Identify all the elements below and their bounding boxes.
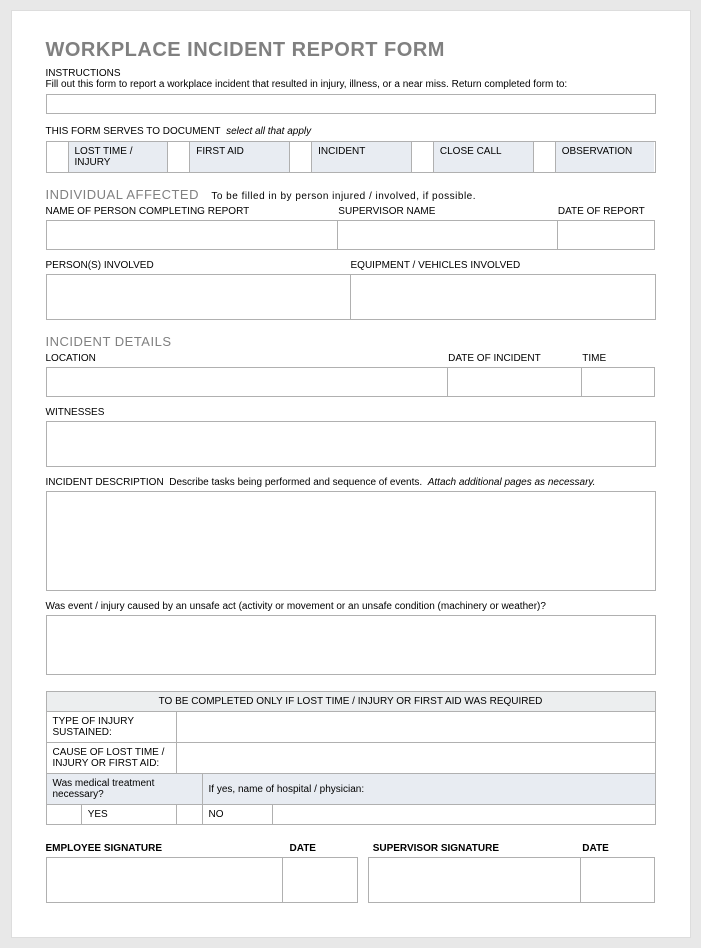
- individual-heading: INDIVIDUAL AFFECTED: [46, 187, 199, 202]
- date-report-label: DATE OF REPORT: [558, 204, 656, 220]
- checkbox-yes[interactable]: [46, 805, 81, 825]
- no-label: NO: [202, 805, 272, 825]
- section-details: INCIDENT DETAILS: [46, 334, 656, 349]
- hospital-input[interactable]: [272, 805, 655, 825]
- individual-sub: To be filled in by person injured / invo…: [211, 191, 476, 202]
- witnesses-label: WITNESSES: [46, 405, 656, 421]
- cause-question: Was event / injury caused by an unsafe a…: [46, 599, 656, 615]
- return-to-input[interactable]: [46, 94, 656, 114]
- instructions-heading: INSTRUCTIONS: [46, 68, 656, 79]
- signature-inputs: [46, 857, 656, 903]
- checkbox-observation[interactable]: [534, 142, 556, 172]
- incident-report-form: WORKPLACE INCIDENT REPORT FORM INSTRUCTI…: [11, 10, 691, 938]
- opt-incident: INCIDENT: [312, 142, 412, 172]
- emp-date-label: DATE: [290, 841, 363, 857]
- name-input[interactable]: [46, 220, 339, 250]
- sup-sig-input[interactable]: [368, 857, 581, 903]
- location-input[interactable]: [46, 367, 449, 397]
- emp-sig-label: EMPLOYEE SIGNATURE: [46, 841, 290, 857]
- description-input[interactable]: [46, 491, 656, 591]
- description-row: INCIDENT DESCRIPTION Describe tasks bein…: [46, 475, 656, 491]
- form-title: WORKPLACE INCIDENT REPORT FORM: [46, 39, 656, 62]
- opt-first-aid: FIRST AID: [190, 142, 290, 172]
- yes-label: YES: [81, 805, 176, 825]
- sup-sig-label: SUPERVISOR SIGNATURE: [363, 841, 583, 857]
- section-individual: INDIVIDUAL AFFECTED To be filled in by p…: [46, 187, 656, 202]
- medical-hint: If yes, name of hospital / physician:: [202, 774, 655, 805]
- individual-row1-inputs: [46, 220, 656, 250]
- details-row1-labels: LOCATION DATE OF INCIDENT TIME: [46, 351, 656, 367]
- opt-close-call: CLOSE CALL: [434, 142, 534, 172]
- cause-input[interactable]: [46, 615, 656, 675]
- location-label: LOCATION: [46, 351, 449, 367]
- details-row1-inputs: [46, 367, 656, 397]
- supervisor-label: SUPERVISOR NAME: [338, 204, 558, 220]
- checkbox-first-aid[interactable]: [168, 142, 190, 172]
- checkbox-no[interactable]: [176, 805, 202, 825]
- emp-date-input[interactable]: [283, 857, 358, 903]
- instructions-text: Fill out this form to report a workplace…: [46, 79, 656, 90]
- checkbox-lost-time[interactable]: [47, 142, 69, 172]
- incident-date-label: DATE OF INCIDENT: [448, 351, 582, 367]
- injury-type-label: TYPE OF INJURY SUSTAINED:: [46, 712, 176, 743]
- individual-row2-labels: PERSON(S) INVOLVED EQUIPMENT / VEHICLES …: [46, 258, 656, 274]
- incident-date-input[interactable]: [448, 367, 582, 397]
- opt-observation: OBSERVATION: [556, 142, 655, 172]
- injury-banner: TO BE COMPLETED ONLY IF LOST TIME / INJU…: [46, 692, 655, 712]
- signature-labels: EMPLOYEE SIGNATURE DATE SUPERVISOR SIGNA…: [46, 841, 656, 857]
- name-label: NAME OF PERSON COMPLETING REPORT: [46, 204, 339, 220]
- time-input[interactable]: [582, 367, 655, 397]
- witnesses-input[interactable]: [46, 421, 656, 467]
- sup-date-label: DATE: [582, 841, 655, 857]
- supervisor-input[interactable]: [338, 220, 558, 250]
- opt-lost-time: LOST TIME / INJURY: [69, 142, 169, 172]
- description-label: INCIDENT DESCRIPTION: [46, 477, 164, 488]
- purpose-row: THIS FORM SERVES TO DOCUMENT select all …: [46, 126, 656, 137]
- description-hint: Describe tasks being performed and seque…: [169, 477, 422, 488]
- date-report-input[interactable]: [558, 220, 656, 250]
- injury-cause-label: CAUSE OF LOST TIME / INJURY OR FIRST AID…: [46, 743, 176, 774]
- medical-question: Was medical treatment necessary?: [46, 774, 202, 805]
- persons-label: PERSON(S) INVOLVED: [46, 258, 351, 274]
- equipment-label: EQUIPMENT / VEHICLES INVOLVED: [351, 258, 656, 274]
- sup-date-input[interactable]: [581, 857, 656, 903]
- purpose-hint: select all that apply: [226, 126, 311, 137]
- purpose-label: THIS FORM SERVES TO DOCUMENT: [46, 126, 221, 137]
- persons-input[interactable]: [46, 274, 351, 320]
- checkbox-close-call[interactable]: [412, 142, 434, 172]
- equipment-input[interactable]: [351, 274, 656, 320]
- checkbox-incident[interactable]: [290, 142, 312, 172]
- injury-cause-input[interactable]: [176, 743, 655, 774]
- individual-row1-labels: NAME OF PERSON COMPLETING REPORT SUPERVI…: [46, 204, 656, 220]
- purpose-checkboxes: LOST TIME / INJURY FIRST AID INCIDENT CL…: [46, 141, 656, 173]
- individual-row2-inputs: [46, 274, 656, 320]
- injury-table: TO BE COMPLETED ONLY IF LOST TIME / INJU…: [46, 691, 656, 825]
- time-label: TIME: [582, 351, 655, 367]
- injury-type-input[interactable]: [176, 712, 655, 743]
- description-attach: Attach additional pages as necessary.: [428, 477, 596, 488]
- emp-sig-input[interactable]: [46, 857, 283, 903]
